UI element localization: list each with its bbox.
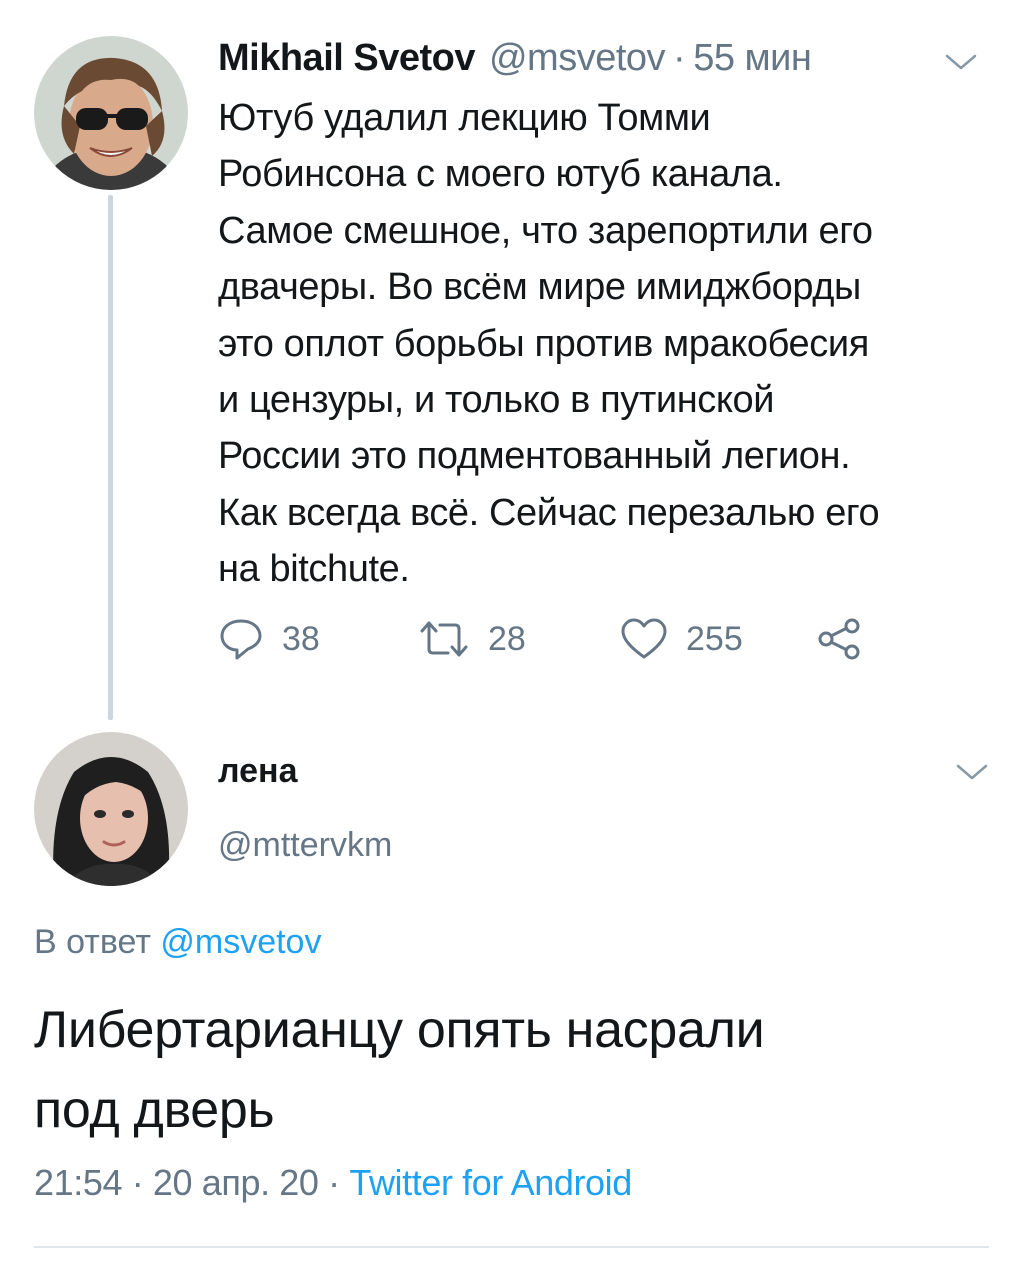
tweet-header: Mikhail Svetov @msvetov · 55 мин [218,36,812,80]
reply-icon [220,619,262,660]
tweet-meta: 21:54 · 20 апр. 20 · Twitter for Android [34,1162,632,1204]
reply-button[interactable]: 38 [218,614,320,664]
tweet-time: 21:54 [34,1162,123,1203]
retweet-count: 28 [488,619,526,658]
tweet-text: Ютуб удалил лекцию Томми Робинсона с мое… [218,97,880,591]
user-avatar-icon [34,732,188,886]
chevron-down-icon [945,54,977,70]
tweet-date: 20 апр. 20 [152,1162,319,1203]
meta-separator: · [131,1162,144,1203]
reply-count: 38 [282,619,320,658]
share-button[interactable] [816,614,864,664]
reply-author-name[interactable]: лена [218,752,298,791]
replying-to-mention[interactable]: @msvetov [160,923,321,961]
author-avatar[interactable] [34,36,188,190]
reply-author-handle[interactable]: @mttervkm [218,826,392,865]
reply-menu-button[interactable] [955,762,989,782]
user-avatar-icon [34,36,188,190]
share-icon [818,618,860,660]
heart-icon [621,618,667,659]
replying-to-label: В ответ [34,923,151,961]
tweet-timestamp[interactable]: 55 мин [693,37,812,80]
tweet-source-link[interactable]: Twitter for Android [349,1162,632,1203]
separator-dot: · [673,36,686,79]
chevron-down-icon [956,764,988,780]
author-name[interactable]: Mikhail Svetov [218,37,475,80]
replying-to: В ответ @msvetov [34,923,321,962]
tweet-actions: 38 28 255 [218,614,918,664]
like-count: 255 [686,619,743,658]
like-button[interactable]: 255 [620,614,743,664]
thread-connector [108,195,113,720]
reply-author-avatar[interactable] [34,732,188,886]
tweet-menu-button[interactable] [944,52,978,72]
author-handle[interactable]: @msvetov [489,37,666,80]
divider [34,1246,989,1248]
retweet-icon [420,621,468,657]
meta-separator: · [328,1162,340,1203]
retweet-button[interactable]: 28 [418,614,526,664]
reply-text: Либертарианцу опять насрали под дверь [34,1001,765,1139]
